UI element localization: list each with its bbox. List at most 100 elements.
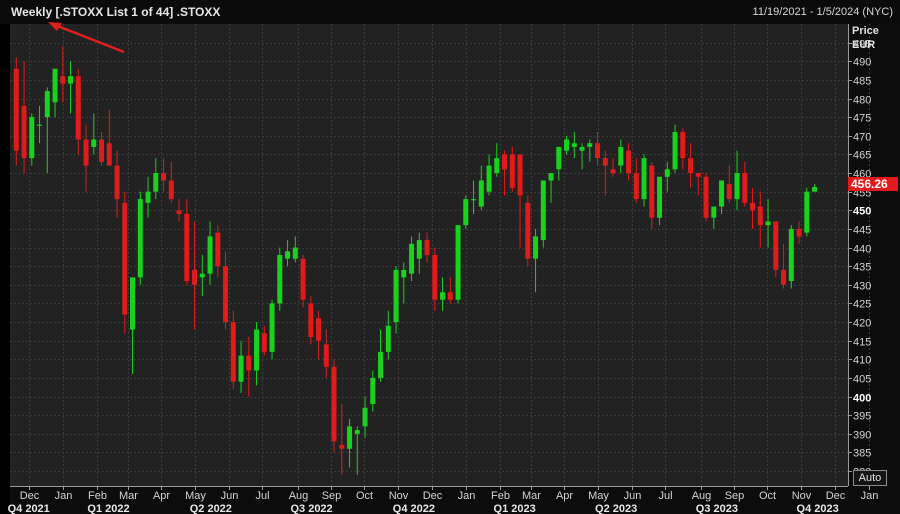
y-tick-label: 475 [853,113,871,125]
y-tick-label: 440 [853,244,871,256]
quarter-label: Q4 2022 [393,503,435,514]
candle-body [618,146,624,166]
candle-body [106,143,112,166]
y-tick-label: 490 [853,57,871,69]
candle-body [556,146,562,170]
candle-body [765,221,771,226]
candle-body [199,273,205,278]
candle-body [347,426,353,449]
quarter-label: Q3 2022 [290,503,332,514]
y-tick-label: 405 [853,374,871,386]
y-tick-label: 485 [853,76,871,88]
candle-body [664,169,670,177]
candle-body [238,355,244,382]
x-tick-label: May [185,490,206,502]
candle-body [649,165,655,218]
candle-body [176,210,182,215]
x-tick-label: Oct [356,490,373,502]
y-tick-label: 415 [853,337,871,349]
candle-body [657,176,663,218]
candle-body [91,139,97,147]
candle-body [471,199,477,201]
candle-body [316,318,322,341]
candle-body [223,266,229,323]
y-tick-label: 470 [853,132,871,144]
x-tick-label: Nov [389,490,409,502]
candle-body [60,76,66,84]
candle-body [478,180,484,207]
candle-body [564,139,570,151]
y-tick-label: 450 [853,206,871,218]
candle-body [207,236,213,274]
candle-body [277,255,283,304]
candle-body [362,407,368,427]
y-tick-label: 425 [853,299,871,311]
candle-body [261,333,267,352]
candle-body [184,214,190,282]
candle-body [804,191,810,233]
y-tick-label: 400 [853,393,871,405]
y-tick-label: 410 [853,355,871,367]
candle-body [52,68,58,103]
candle-body [742,173,748,203]
x-tick-label: Jan [458,490,476,502]
candle-body [153,173,159,192]
x-tick-label: Mar [522,490,541,502]
candle-body [68,76,74,84]
y-tick-label: 420 [853,318,871,330]
y-axis-title: Price [852,25,879,37]
y-tick-label: 385 [853,448,871,460]
candle-body [21,105,27,159]
candle-body [610,169,616,174]
candle-body [812,186,818,192]
candle-body [308,303,314,337]
candle-body [626,150,632,174]
y-tick-label: 465 [853,150,871,162]
candle-body [137,199,143,278]
x-tick-label: Oct [759,490,776,502]
quarter-label: Q1 2022 [87,503,129,514]
x-tick-label: Feb [491,490,510,502]
candle-body [688,158,694,174]
candle-body [773,221,779,270]
quarter-label: Q2 2023 [595,503,637,514]
candle-body [13,68,19,151]
candle-body [122,202,128,315]
candle-body [517,154,523,196]
x-tick-label: Sep [725,490,745,502]
candle-body [378,351,384,378]
candle-body [796,228,802,237]
candle-body [168,180,174,200]
candle-body [37,124,43,126]
candle-body [486,165,492,192]
x-tick-label: Jun [221,490,239,502]
candle-body [455,225,461,300]
candle-body [401,269,407,278]
candle-body [29,117,35,159]
auto-scale-button[interactable]: Auto [853,470,887,486]
x-tick-label: Jun [624,490,642,502]
y-tick-label: 480 [853,95,871,107]
candle-body [540,180,546,241]
candle-body [161,173,167,181]
x-tick-label: Jan [55,490,73,502]
candle-body [719,180,725,207]
y-tick-label: 445 [853,225,871,237]
candle-body [695,173,701,177]
x-tick-label: Jan [861,490,879,502]
candle-body [416,240,422,259]
candle-body [781,269,787,285]
y-tick-label: 435 [853,262,871,274]
candle-body [494,158,500,174]
candle-body [114,165,120,200]
x-tick-label: Sep [322,490,342,502]
x-tick-label: Aug [692,490,712,502]
y-tick-label: 430 [853,281,871,293]
candlestick-chart[interactable]: Price EUR 380385390395400405410415420425… [0,0,900,514]
candle-body [230,322,236,382]
candle-body [788,228,794,282]
last-price-label: 456.26 [851,177,888,191]
candle-body [192,269,198,285]
y-tick-label: 495 [853,39,871,51]
quarter-label: Q4 2023 [797,503,839,514]
